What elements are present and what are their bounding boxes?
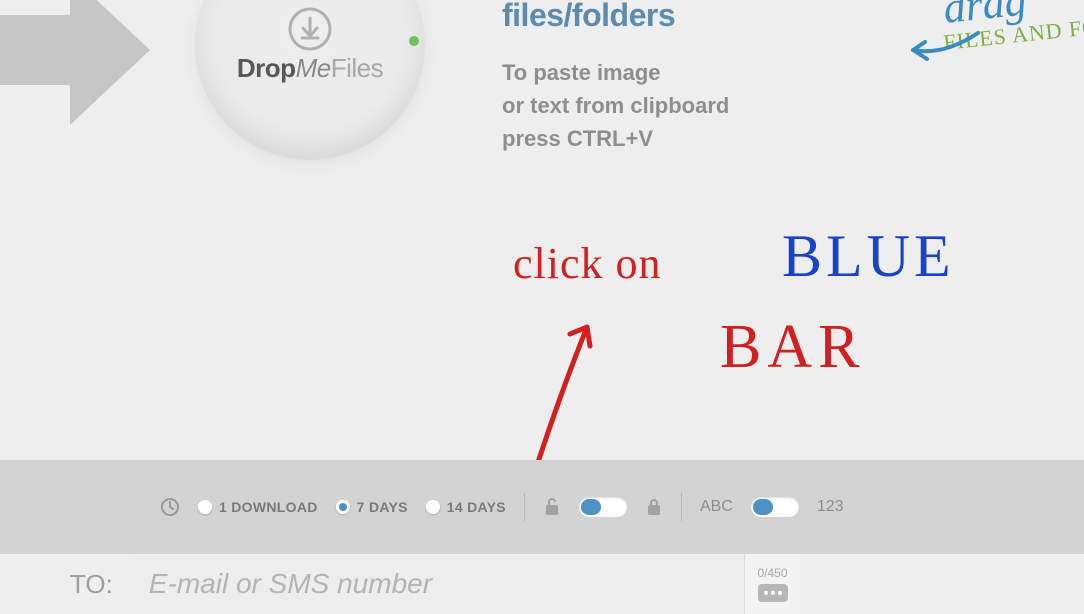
upload-dropzone[interactable]: DropMeFiles <box>195 0 425 160</box>
big-arrow-icon <box>0 0 190 180</box>
to-label: TO: <box>70 569 113 600</box>
divider <box>681 493 682 521</box>
compose-row: TO: 0/450 <box>70 554 800 614</box>
paste-instructions: To paste image or text from clipboard pr… <box>502 56 729 155</box>
upload-area[interactable]: DropMeFiles files/folders To paste image… <box>0 0 1084 460</box>
link-type-toggle[interactable] <box>751 497 799 517</box>
divider <box>524 493 525 521</box>
radio-14-days[interactable]: 14 DAYS <box>426 499 506 515</box>
annotation-blue: BLUE <box>782 222 955 291</box>
message-menu-button[interactable]: 0/450 <box>744 554 800 614</box>
header-subtitle: files/folders <box>502 0 675 34</box>
radio-1-download[interactable]: 1 DOWNLOAD <box>198 499 318 515</box>
recipient-input[interactable] <box>131 554 744 614</box>
abc-label: ABC <box>700 498 733 516</box>
download-arrow-icon <box>288 7 332 51</box>
num-label: 123 <box>817 498 844 516</box>
clock-icon <box>160 497 180 517</box>
password-toggle[interactable] <box>579 497 627 517</box>
radio-7-days[interactable]: 7 DAYS <box>336 499 408 515</box>
options-bar: 1 DOWNLOAD 7 DAYS 14 DAYS ABC 123 <box>0 460 1084 554</box>
char-counter: 0/450 <box>757 566 787 580</box>
unlock-icon <box>543 497 561 517</box>
logo-text: DropMeFiles <box>237 53 383 84</box>
annotation-click-on: click on <box>513 238 662 289</box>
drag-callout: drag FILES AND FOL <box>943 0 1084 47</box>
radio-dot <box>336 500 350 514</box>
drag-arrow-icon <box>903 28 983 73</box>
radio-dot <box>198 500 212 514</box>
annotation-bar: BAR <box>720 312 865 383</box>
lock-icon <box>645 497 663 517</box>
radio-dot <box>426 500 440 514</box>
status-dot <box>409 36 419 46</box>
ellipsis-icon <box>758 584 788 602</box>
